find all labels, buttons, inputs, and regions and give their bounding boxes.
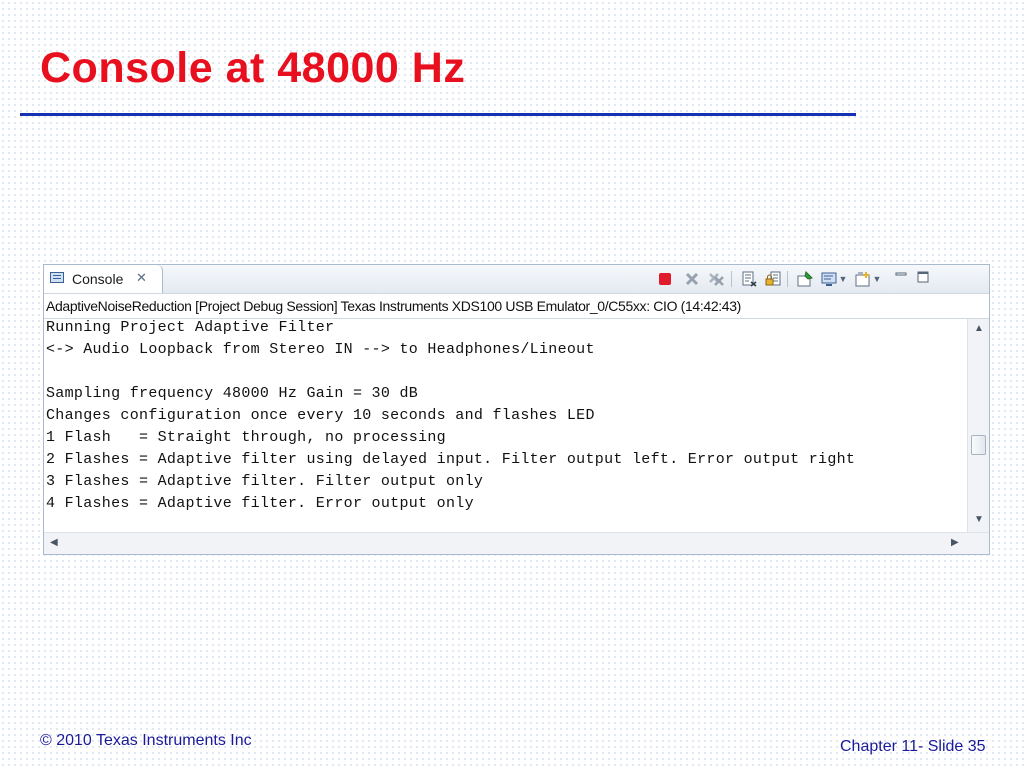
title-underline: [20, 113, 856, 116]
console-tab-bar: Console ✕ ▼ ▼: [44, 265, 989, 293]
chevron-down-icon[interactable]: ▼: [837, 268, 849, 290]
scroll-down-arrow-icon[interactable]: ▼: [974, 515, 984, 525]
console-line: 3 Flashes = Adaptive filter. Filter outp…: [46, 473, 484, 490]
close-icon[interactable]: ✕: [136, 270, 147, 286]
scroll-lock-icon[interactable]: [763, 268, 783, 290]
console-line: Changes configuration once every 10 seco…: [46, 407, 595, 424]
scroll-right-arrow-icon[interactable]: ▶: [951, 538, 959, 548]
clear-console-icon[interactable]: [739, 268, 759, 290]
toolbar-separator: [731, 271, 732, 287]
console-line: Sampling frequency 48000 Hz Gain = 30 dB: [46, 385, 419, 402]
slide-title: Console at 48000 Hz: [40, 44, 466, 92]
console-line: 1 Flash = Straight through, no processin…: [46, 429, 446, 446]
console-line: Running Project Adaptive Filter: [46, 319, 335, 336]
remove-all-icon[interactable]: [707, 268, 727, 290]
console-line: <-> Audio Loopback from Stereo IN --> to…: [46, 341, 595, 358]
footer-slide-number: Chapter 11- Slide 35: [840, 738, 986, 755]
scroll-left-arrow-icon[interactable]: ◀: [50, 538, 58, 548]
console-output[interactable]: Running Project Adaptive Filter <-> Audi…: [44, 319, 967, 532]
tab-console-label: Console: [72, 271, 124, 287]
pin-icon[interactable]: [795, 268, 815, 290]
session-title-bar: AdaptiveNoiseReduction [Project Debug Se…: [44, 293, 989, 319]
minimize-icon[interactable]: [891, 268, 911, 290]
vertical-scrollbar[interactable]: ▲ ▼: [967, 319, 989, 532]
horizontal-scrollbar[interactable]: ◀ ▶: [44, 532, 989, 554]
footer-copyright: © 2010 Texas Instruments Inc: [40, 732, 252, 749]
console-toolbar: ▼ ▼: [655, 268, 985, 290]
toolbar-separator: [787, 271, 788, 287]
console-icon: [50, 272, 64, 283]
open-console-icon[interactable]: [853, 268, 873, 290]
display-console-icon[interactable]: [819, 268, 839, 290]
console-line: 2 Flashes = Adaptive filter using delaye…: [46, 451, 856, 468]
session-title: AdaptiveNoiseReduction [Project Debug Se…: [46, 298, 741, 314]
stop-icon[interactable]: [655, 268, 675, 290]
console-view: Console ✕ ▼ ▼ AdaptiveNoiseReduction [Pr…: [43, 264, 990, 555]
remove-icon[interactable]: [682, 268, 702, 290]
vertical-scroll-thumb[interactable]: [971, 435, 986, 455]
chevron-down-icon[interactable]: ▼: [871, 268, 883, 290]
console-line: 4 Flashes = Adaptive filter. Error outpu…: [46, 495, 474, 512]
maximize-icon[interactable]: [913, 268, 933, 290]
scroll-up-arrow-icon[interactable]: ▲: [974, 324, 984, 334]
tab-console[interactable]: Console ✕: [44, 265, 163, 293]
